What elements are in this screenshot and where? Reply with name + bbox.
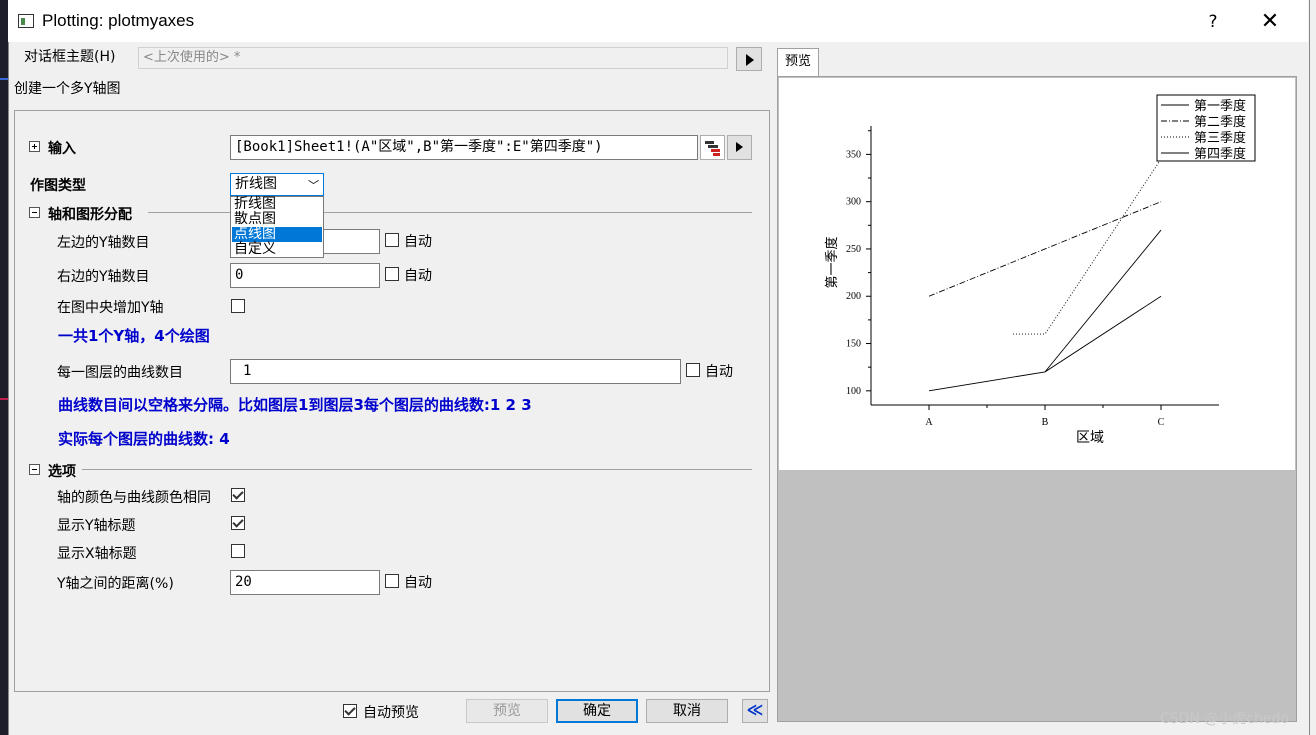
dialog-theme-field[interactable]: <上次使用的> * xyxy=(138,47,728,69)
window-app-icon xyxy=(18,14,34,28)
plot-type-option[interactable]: 自定义 xyxy=(232,242,322,257)
auto-preview-checkbox[interactable] xyxy=(343,704,357,718)
play-arrow-icon xyxy=(746,54,754,66)
plot-type-option-highlighted[interactable]: 点线图 xyxy=(232,227,322,242)
legend-label: 第二季度 xyxy=(1194,114,1246,130)
plot-type-dropdown-list: 折线图 散点图 点线图 自定义 xyxy=(230,196,324,258)
window-title: Plotting: plotmyaxes xyxy=(42,11,195,30)
left-y-count-label: 左边的Y轴数目 xyxy=(57,235,150,251)
right-y-auto-label: 自动 xyxy=(404,268,432,284)
collapse-axes-icon[interactable] xyxy=(29,207,40,218)
y-axis-title: 第一季度 xyxy=(824,236,840,288)
x-tick-label: A xyxy=(925,417,933,428)
collapse-options-icon[interactable] xyxy=(29,464,40,475)
title-bar[interactable] xyxy=(8,0,1308,42)
y-distance-label: Y轴之间的距离(%) xyxy=(57,576,174,592)
dialog-theme-label: 对话框主题(H) xyxy=(24,49,116,65)
show-y-title-checkbox[interactable] xyxy=(231,516,245,530)
curves-per-layer-label: 每一图层的曲线数目 xyxy=(57,365,183,381)
y-tick-label: 300 xyxy=(846,197,861,208)
show-x-title-checkbox[interactable] xyxy=(231,544,245,558)
help-button[interactable]: ? xyxy=(1200,9,1226,35)
center-y-checkbox[interactable] xyxy=(231,299,245,313)
series-line-2 xyxy=(928,201,1162,297)
input-range-field[interactable]: [Book1]Sheet1!(A"区域",B"第一季度":E"第四季度") xyxy=(230,135,698,160)
axes-section-label: 轴和图形分配 xyxy=(48,207,132,223)
input-menu-button[interactable] xyxy=(727,135,752,160)
dialog-theme-menu-button[interactable] xyxy=(736,47,762,71)
curves-hint-text: 曲线数目间以空格来分隔。比如图层1到图层3每个图层的曲线数:1 2 3 xyxy=(58,396,532,414)
input-label: 输入 xyxy=(48,141,76,157)
section-divider xyxy=(82,469,752,470)
expand-input-icon[interactable] xyxy=(29,141,40,152)
show-y-title-label: 显示Y轴标题 xyxy=(57,518,136,534)
right-y-count-label: 右边的Y轴数目 xyxy=(57,269,150,285)
options-section-label: 选项 xyxy=(48,464,76,480)
dialog-description: 创建一个多Y轴图 xyxy=(14,81,121,97)
preview-button[interactable]: 预览 xyxy=(466,699,548,723)
x-axis-title: 区域 xyxy=(1076,430,1104,446)
preview-canvas: 100 150 200 250 300 350 A B C 区域 第一季度 第一季度 第二季度 第三季度第… xyxy=(779,78,1295,470)
center-y-label: 在图中央增加Y轴 xyxy=(57,300,164,316)
legend-label: 第一季度 xyxy=(1194,98,1246,114)
plot-type-option[interactable]: 折线图 xyxy=(232,197,322,212)
tab-preview[interactable]: 预览 xyxy=(777,48,819,76)
y-tick-label: 200 xyxy=(846,291,861,302)
y-tick-label: 250 xyxy=(846,244,861,255)
select-range-button[interactable] xyxy=(700,135,725,160)
cancel-button[interactable]: 取消 xyxy=(646,699,728,723)
curves-actual-text: 实际每个图层的曲线数: 4 xyxy=(58,430,230,448)
show-x-title-label: 显示X轴标题 xyxy=(57,546,137,562)
y-distance-auto-checkbox[interactable] xyxy=(385,574,399,588)
left-y-auto-checkbox[interactable] xyxy=(385,233,399,247)
range-selector-icon xyxy=(705,141,720,156)
legend-label: 第四季度 xyxy=(1194,146,1246,162)
collapse-preview-button[interactable]: ≪ xyxy=(742,699,768,723)
axes-summary-text: 一共1个Y轴，4个绘图 xyxy=(58,327,210,345)
preview-chart: 100150200250300350A B C区域第一季度第一季度第二季度第三季度第… xyxy=(824,94,1256,446)
watermark: CSDN @小虎chedo xyxy=(1160,711,1290,727)
series-line-1 xyxy=(928,295,1162,392)
background-app-strip xyxy=(0,0,8,735)
right-y-count-field[interactable]: 0 xyxy=(230,263,380,288)
curves-auto-checkbox[interactable] xyxy=(686,363,700,377)
legend-label: 第三季度 xyxy=(1194,130,1246,146)
y-tick-label: 350 xyxy=(846,149,861,160)
axis-color-label: 轴的颜色与曲线颜色相同 xyxy=(57,490,211,506)
ok-button[interactable]: 确定 xyxy=(556,699,638,723)
y-distance-field[interactable]: 20 xyxy=(230,570,380,595)
plot-type-option[interactable]: 散点图 xyxy=(232,212,322,227)
close-button[interactable]: ✕ xyxy=(1256,9,1284,35)
play-arrow-icon xyxy=(736,142,743,152)
x-tick-label: C xyxy=(1158,417,1165,428)
x-tick-label: B xyxy=(1042,417,1049,428)
series-line-3 xyxy=(1013,158,1162,335)
right-y-auto-checkbox[interactable] xyxy=(385,267,399,281)
plot-type-label: 作图类型 xyxy=(30,178,86,194)
auto-preview-label: 自动预览 xyxy=(363,705,419,721)
left-y-auto-label: 自动 xyxy=(404,234,432,250)
y-distance-auto-label: 自动 xyxy=(404,575,432,591)
y-tick-label: 150 xyxy=(846,339,861,350)
chevron-down-icon: ﹀ xyxy=(308,179,319,192)
y-tick-label: 100 xyxy=(846,386,861,397)
series-line-4 xyxy=(1044,229,1162,373)
curves-auto-label: 自动 xyxy=(705,364,733,380)
axis-color-checkbox[interactable] xyxy=(231,488,245,502)
curves-per-layer-field[interactable]: 1 xyxy=(230,359,681,384)
